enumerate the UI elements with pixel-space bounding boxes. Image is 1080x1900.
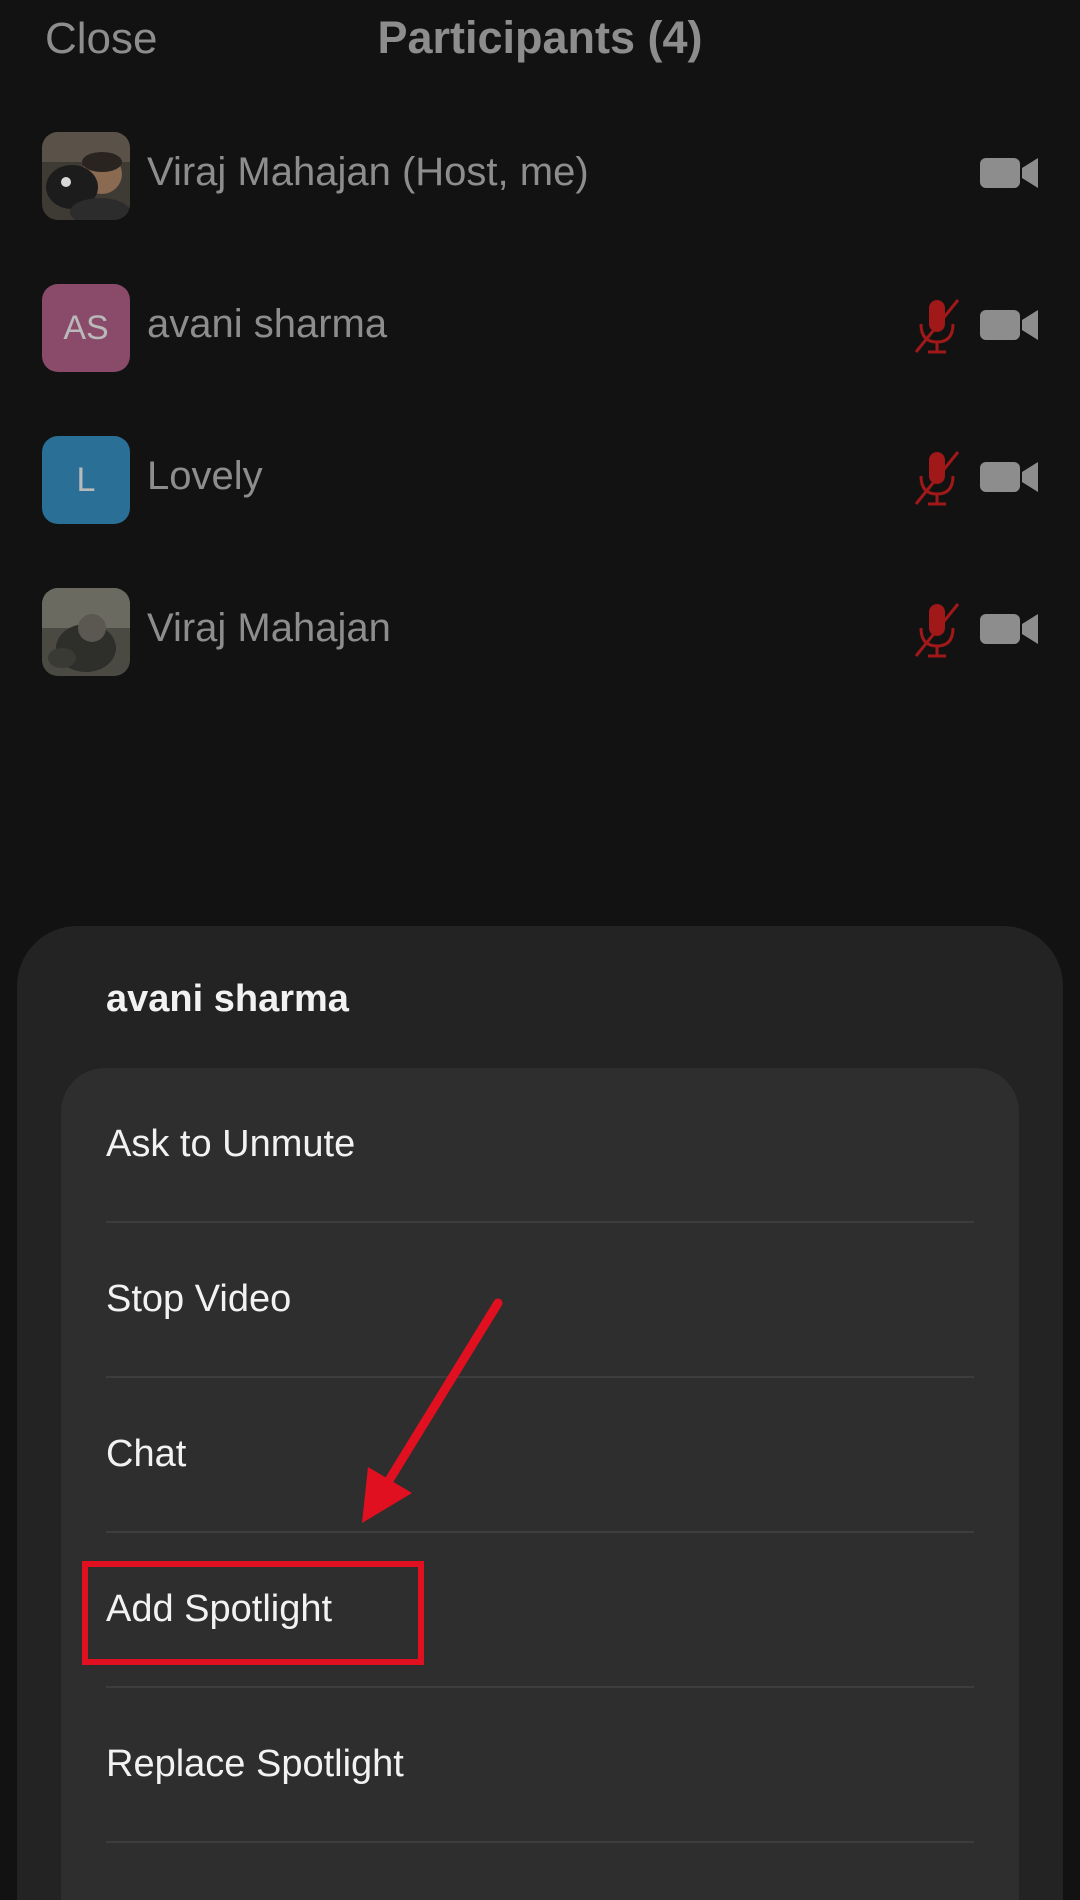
avatar-initials-text: AS bbox=[63, 308, 109, 347]
mic-muted-icon[interactable] bbox=[912, 600, 962, 660]
camera-icon[interactable] bbox=[980, 156, 1040, 190]
camera-icon[interactable] bbox=[980, 308, 1040, 342]
options-card: Ask to Unmute Stop Video Chat Add Spotli… bbox=[61, 1068, 1019, 1900]
participant-name: Viraj Mahajan (Host, me) bbox=[147, 150, 589, 194]
sheet-title: avani sharma bbox=[106, 978, 349, 1020]
avatar-photo bbox=[42, 132, 130, 220]
page-title: Participants (4) bbox=[377, 12, 703, 63]
avatar-photo bbox=[42, 588, 130, 676]
option-chat[interactable]: Chat bbox=[61, 1378, 1019, 1533]
participant-row[interactable]: Viraj Mahajan bbox=[0, 556, 1080, 676]
avatar-initials-text: L bbox=[76, 460, 96, 499]
option-replace-spotlight[interactable]: Replace Spotlight bbox=[61, 1688, 1019, 1843]
avatar-photo-icon bbox=[42, 132, 130, 220]
participant-row[interactable]: AS avani sharma bbox=[0, 252, 1080, 372]
action-sheet: avani sharma Ask to Unmute Stop Video Ch… bbox=[17, 926, 1063, 1900]
participant-row[interactable]: Viraj Mahajan (Host, me) bbox=[0, 100, 1080, 220]
participant-name: avani sharma bbox=[147, 302, 388, 346]
avatar-initials: AS bbox=[42, 284, 130, 372]
option-ask-to-unmute[interactable]: Ask to Unmute bbox=[61, 1068, 1019, 1223]
annotation-arrow-icon bbox=[362, 1298, 503, 1523]
mic-muted-icon[interactable] bbox=[912, 296, 962, 356]
camera-icon[interactable] bbox=[980, 612, 1040, 646]
option-stop-video[interactable]: Stop Video bbox=[61, 1223, 1019, 1378]
avatar-photo-icon bbox=[42, 588, 130, 676]
participant-name: Viraj Mahajan bbox=[147, 606, 391, 650]
divider bbox=[106, 1841, 974, 1843]
option-label: Ask to Unmute bbox=[106, 1123, 356, 1165]
participants-screen: Close Participants (4) Viraj Mahajan (Ho… bbox=[0, 0, 1080, 1900]
annotation-highlight-box bbox=[82, 1561, 424, 1665]
option-label: Stop Video bbox=[106, 1278, 292, 1320]
option-label: Replace Spotlight bbox=[106, 1743, 404, 1785]
camera-icon[interactable] bbox=[980, 460, 1040, 494]
avatar-initials: L bbox=[42, 436, 130, 524]
participant-row[interactable]: L Lovely bbox=[0, 404, 1080, 524]
participant-name: Lovely bbox=[147, 454, 263, 498]
option-label: Chat bbox=[106, 1433, 187, 1475]
header: Close Participants (4) bbox=[0, 0, 1080, 90]
mic-muted-icon[interactable] bbox=[912, 448, 962, 508]
